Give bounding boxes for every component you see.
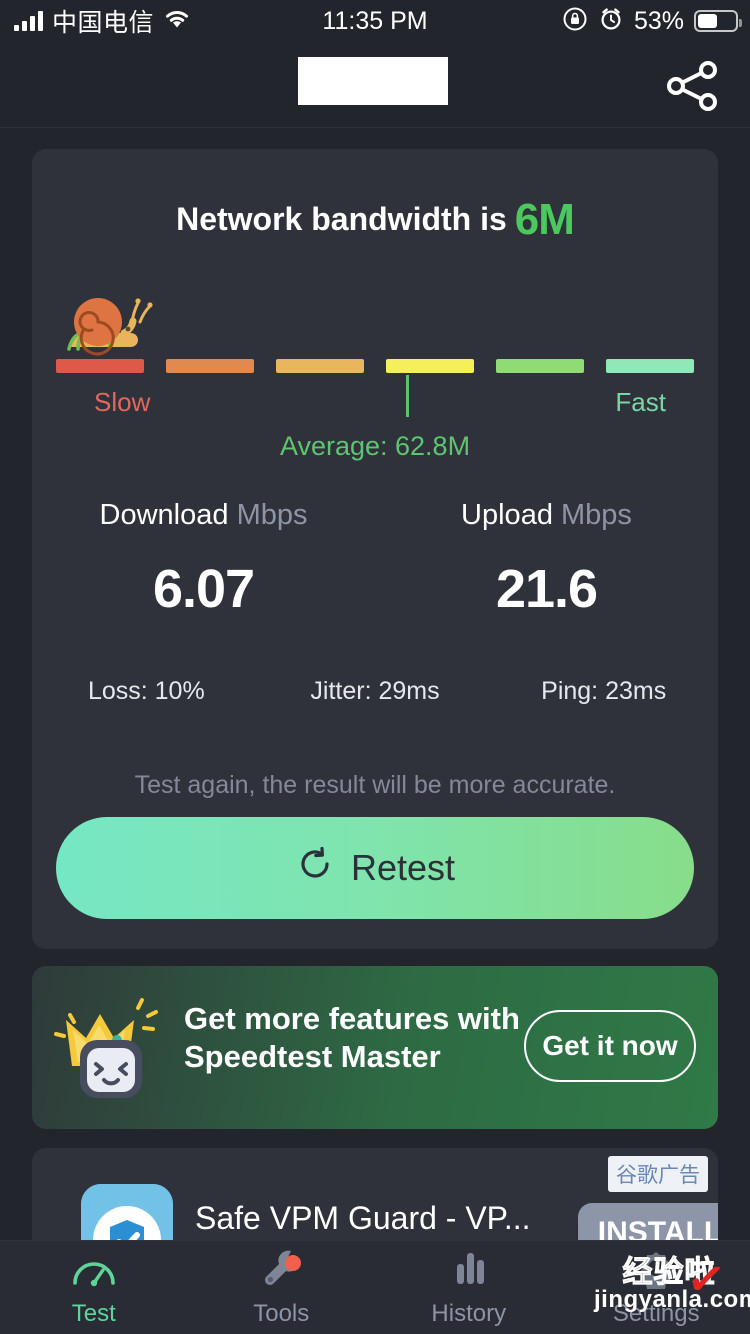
app-screen: 中国电信 11:35 PM 53% Network bandwidth is 6…: [0, 0, 750, 1334]
status-bar-right: 53%: [562, 6, 742, 37]
metric-jitter: Jitter: 29ms: [310, 677, 440, 705]
retest-button[interactable]: Retest: [56, 817, 694, 919]
speed-values: Download Mbps 6.07 Upload Mbps 21.6: [32, 499, 718, 620]
gauge-segment-1: [56, 359, 144, 373]
refresh-icon: [295, 844, 335, 893]
gauge-slow-label: Slow: [94, 387, 151, 417]
average-label: Average: 62.8M: [279, 431, 471, 461]
wrench-icon: [258, 1247, 304, 1294]
retest-hint: Test again, the result will be more accu…: [134, 771, 616, 799]
upload-unit: Mbps: [561, 499, 632, 531]
download-value: 6.07: [152, 559, 255, 619]
ad-badge: 谷歌广告: [608, 1156, 708, 1192]
speedometer-icon: [71, 1247, 117, 1294]
status-bar: 中国电信 11:35 PM 53%: [0, 0, 750, 42]
gauge-segment-4: [386, 359, 474, 373]
average-marker: [406, 375, 409, 417]
rotation-lock-icon: [562, 6, 588, 37]
promo-banner[interactable]: Get more features with Speedtest Master …: [32, 966, 718, 1129]
app-header: [0, 42, 750, 128]
headline-value: 6M: [514, 195, 575, 244]
result-card: Network bandwidth is 6M Slow Fast Averag…: [32, 149, 718, 949]
alarm-icon: [598, 6, 624, 37]
crowned-robot-icon: [54, 992, 166, 1102]
upload-label-row: Upload Mbps: [375, 499, 718, 532]
upload-value: 21.6: [495, 559, 598, 619]
nav-item-tools[interactable]: Tools: [188, 1241, 376, 1334]
nav-item-test[interactable]: Test: [0, 1241, 188, 1334]
upload-label: Upload: [461, 499, 553, 531]
tools-badge-dot: [285, 1255, 301, 1271]
nav-label-test: Test: [71, 1300, 116, 1327]
nav-label-history: History: [431, 1300, 507, 1327]
redacted-title-block: [298, 57, 448, 105]
headline: Network bandwidth is 6M: [32, 195, 718, 245]
retest-label: Retest: [350, 847, 456, 888]
download-label-row: Download Mbps: [32, 499, 375, 532]
bar-chart-icon: [446, 1247, 492, 1294]
battery-percent: 53%: [633, 6, 684, 35]
nav-label-tools: Tools: [253, 1300, 310, 1327]
share-button[interactable]: [662, 60, 722, 112]
ad-title: Safe VPM Guard - VP...: [195, 1200, 531, 1236]
bottom-nav: Test Tools History Settings 经验啦 jingyanl…: [0, 1240, 750, 1334]
download-label: Download: [99, 499, 229, 531]
headline-prefix: Network bandwidth is: [176, 201, 507, 237]
metric-loss: Loss: 10%: [87, 677, 205, 705]
gauge-segments: [56, 359, 694, 373]
gauge-segment-3: [276, 359, 364, 373]
speed-gauge: Slow Fast Average: 62.8M: [56, 298, 694, 489]
gauge-segment-5: [496, 359, 584, 373]
nav-label-settings: Settings: [612, 1300, 700, 1327]
metrics-row: Loss: 10% Jitter: 29ms Ping: 23ms: [32, 677, 718, 706]
nav-item-history[interactable]: History: [375, 1241, 563, 1334]
nav-item-settings[interactable]: Settings: [563, 1241, 750, 1334]
promo-line-2: Speedtest Master: [184, 1038, 441, 1074]
snail-icon: [64, 281, 156, 361]
gauge-fast-label: Fast: [615, 387, 666, 417]
metric-ping: Ping: 23ms: [541, 677, 667, 705]
gauge-segment-2: [166, 359, 254, 373]
battery-icon: [694, 10, 742, 32]
promo-line-1: Get more features with: [184, 1001, 520, 1036]
upload-column: Upload Mbps 21.6: [375, 499, 718, 620]
gear-icon: [633, 1247, 679, 1294]
gauge-segment-6: [606, 359, 694, 373]
get-it-now-button[interactable]: Get it now: [524, 1010, 696, 1082]
promo-text: Get more features with Speedtest Master: [184, 1000, 554, 1076]
download-unit: Mbps: [236, 499, 308, 531]
download-column: Download Mbps 6.07: [32, 499, 375, 620]
